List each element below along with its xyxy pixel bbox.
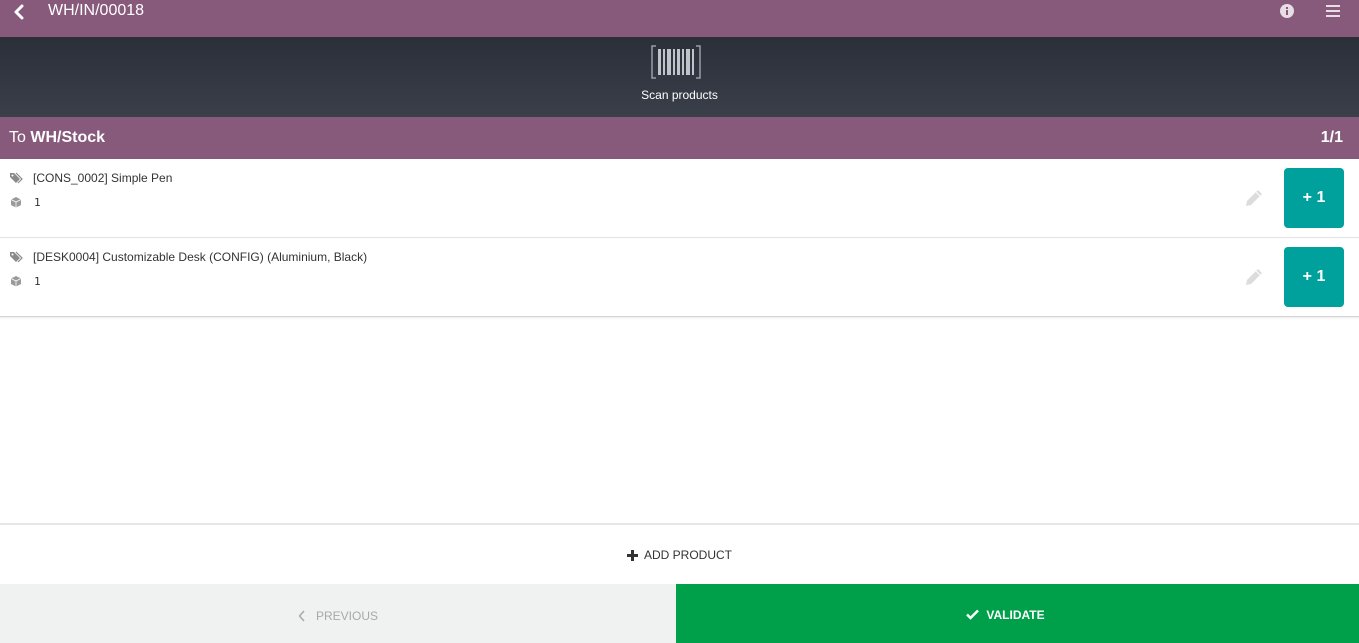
barcode-icon (651, 45, 701, 79)
tags-icon (10, 251, 23, 263)
pencil-icon[interactable] (1243, 187, 1265, 209)
footer-actions: PREVIOUS VALIDATE (0, 584, 1359, 643)
scan-label: Scan products (641, 88, 718, 102)
move-line[interactable]: [CONS_0002] Simple Pen 1 + 1 (0, 159, 1359, 238)
validate-label: VALIDATE (986, 607, 1045, 622)
tags-icon (10, 172, 23, 184)
location-bar: To WH/Stock 1/1 (0, 117, 1359, 159)
add-product-label: ADD PRODUCT (643, 548, 732, 562)
product-name: [CONS_0002] Simple Pen (33, 171, 173, 185)
chevron-left-icon (298, 609, 305, 622)
top-bar: WH/IN/00018 (0, 0, 1359, 37)
cube-icon (10, 197, 22, 208)
product-quantity: 1 (34, 196, 41, 209)
hamburger-menu-icon[interactable] (1325, 4, 1341, 18)
product-name: [DESK0004] Customizable Desk (CONFIG) (A… (33, 250, 368, 264)
increment-quantity-button[interactable]: + 1 (1284, 247, 1344, 307)
list-shadow (0, 316, 1359, 320)
location-page-counter: 1/1 (1320, 129, 1343, 146)
add-product-bar: ADD PRODUCT (0, 523, 1359, 584)
add-product-button[interactable]: ADD PRODUCT (0, 548, 1359, 562)
product-quantity: 1 (34, 275, 41, 288)
previous-button[interactable]: PREVIOUS (0, 584, 676, 643)
scan-products-area: Scan products (0, 37, 1359, 117)
location-prefix: To (9, 129, 26, 146)
increment-quantity-button[interactable]: + 1 (1284, 168, 1344, 228)
plus-icon (626, 549, 638, 561)
pencil-icon[interactable] (1243, 266, 1265, 288)
check-icon (966, 609, 980, 620)
location-name: WH/Stock (30, 129, 106, 146)
picking-title: WH/IN/00018 (48, 2, 145, 19)
location-destination: To WH/Stock (9, 129, 105, 147)
previous-label: PREVIOUS (315, 608, 378, 623)
move-line[interactable]: [DESK0004] Customizable Desk (CONFIG) (A… (0, 238, 1359, 317)
validate-button[interactable]: VALIDATE (676, 584, 1359, 643)
info-circle-icon[interactable] (1279, 3, 1295, 19)
chevron-left-icon[interactable] (10, 2, 30, 22)
cube-icon (10, 276, 22, 287)
